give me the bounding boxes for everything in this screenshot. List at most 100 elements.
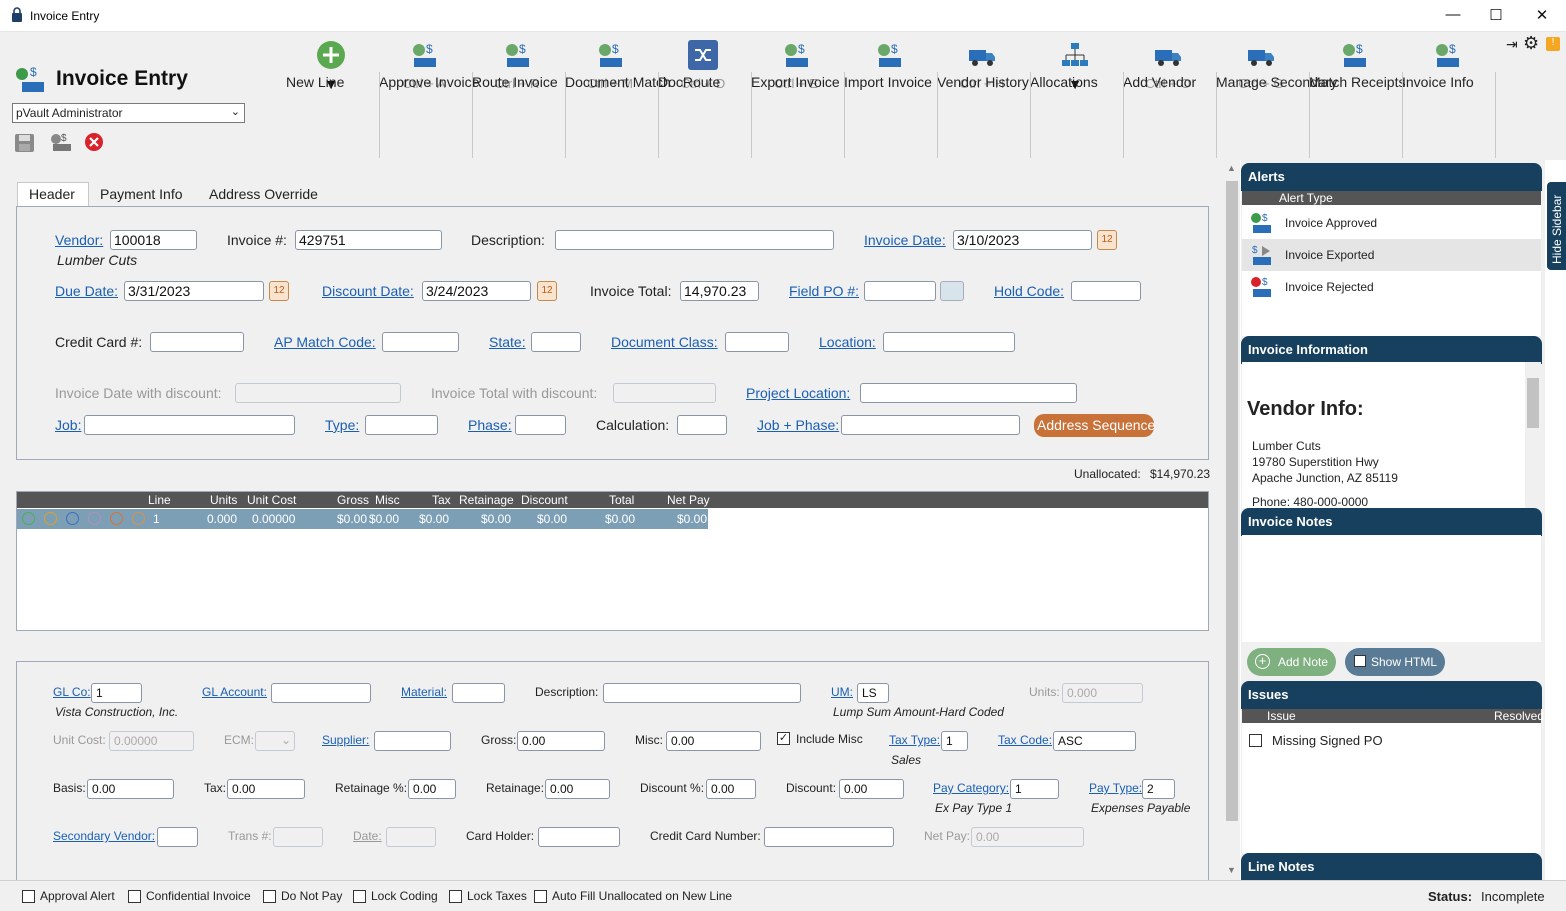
ribbon-invoice-info-button[interactable]: $ Invoice Info [1402,40,1492,89]
scroll-thumb[interactable] [1226,181,1238,821]
ribbon-document-match-button[interactable]: $ Document Match Ctrl + M [565,40,671,91]
document-class-field[interactable] [725,332,789,352]
gl-co-label[interactable]: GL Co: [53,685,91,699]
tax-field[interactable]: 0.00 [227,779,305,799]
job-label[interactable]: Job: [55,417,81,433]
field-po-field[interactable] [864,281,936,301]
misc-field[interactable]: 0.00 [666,731,761,751]
state-label[interactable]: State: [489,334,526,350]
gl-co-field[interactable]: 1 [91,683,142,703]
info-scrollbar[interactable] [1525,362,1541,508]
card-holder-field[interactable] [538,827,620,847]
auto-fill-checkbox[interactable]: Auto Fill Unallocated on New Line [534,889,732,904]
ribbon-export-invoice-button[interactable]: $ Export Invoice Ctrl + E [751,40,841,91]
gl-account-label[interactable]: GL Account: [202,685,267,699]
do-not-pay-checkbox[interactable]: Do Not Pay [263,889,342,904]
ribbon-vendor-history-button[interactable]: Vendor History Ctrl + H [937,40,1029,91]
x-icon[interactable] [110,512,123,525]
gl-account-field[interactable] [271,683,371,703]
user-select[interactable]: pVault Administrator ⌄ [12,103,245,123]
pay-category-field[interactable]: 1 [1010,779,1059,799]
location-label[interactable]: Location: [819,334,876,350]
discount-pct-field[interactable]: 0.00 [706,779,756,799]
due-date-field[interactable]: 3/31/2023 [124,281,264,301]
state-field[interactable] [531,332,581,352]
ribbon-import-invoice-button[interactable]: $ Import Invoice [844,40,934,89]
retainage-field[interactable]: 0.00 [545,779,610,799]
tab-header[interactable]: Header [29,186,75,202]
check-icon[interactable] [22,512,35,525]
invoice-action-icon[interactable]: $ [49,131,73,153]
tax-type-field[interactable]: 1 [941,731,968,751]
job-field[interactable] [84,415,295,435]
description-field[interactable] [555,230,834,250]
pin-icon[interactable]: ⇥ [1506,36,1518,53]
material-field[interactable] [452,683,505,703]
ribbon-allocations-button[interactable]: Allocations ▼ [1030,40,1120,92]
supplier-field[interactable] [374,731,451,751]
hide-sidebar-button[interactable]: Hide Sidebar [1547,182,1566,270]
scroll-up-icon[interactable]: ▲ [1227,163,1236,173]
list-item[interactable]: $ Invoice Approved [1242,207,1541,239]
scroll-thumb[interactable] [1527,378,1539,428]
warning-icon[interactable]: ! [1546,37,1560,51]
ribbon-docroute-button[interactable]: DocRoute Ctrl + D [658,40,748,91]
minimize-button[interactable]: — [1443,6,1463,23]
pay-type-field[interactable]: 2 [1142,779,1175,799]
material-label[interactable]: Material: [401,685,447,699]
tab-payment-info[interactable]: Payment Info [100,186,183,202]
credit-card-field[interactable] [150,332,244,352]
um-label[interactable]: UM: [831,685,853,699]
ribbon-approve-invoice-button[interactable]: $ Approve Invoice Ctrl + A [379,40,479,91]
job-phase-label[interactable]: Job + Phase: [757,417,839,433]
job-phase-field[interactable] [841,415,1020,435]
approval-alert-checkbox[interactable]: Approval Alert [22,889,115,904]
calendar-icon[interactable]: 12 [1097,230,1117,250]
hold-code-label[interactable]: Hold Code: [994,283,1064,299]
ap-match-field[interactable] [382,332,459,352]
lock-coding-checkbox[interactable]: Lock Coding [353,889,438,904]
help-icon[interactable] [132,512,145,525]
invoice-notes-area[interactable] [1242,535,1541,642]
line-description-field[interactable] [603,683,801,703]
discount-date-label[interactable]: Discount Date: [322,283,414,299]
document-class-label[interactable]: Document Class: [611,334,718,350]
basis-field[interactable]: 0.00 [87,779,174,799]
calculation-field[interactable] [677,415,727,435]
project-location-field[interactable] [860,383,1077,403]
invoice-no-field[interactable]: 429751 [295,230,442,250]
ribbon-add-vendor-button[interactable]: Add Vendor Ctrl + O [1123,40,1213,91]
ap-match-label[interactable]: AP Match Code: [274,334,376,350]
add-note-button[interactable]: + Add Note [1247,648,1336,676]
retainage-pct-field[interactable]: 0.00 [408,779,456,799]
issue-checkbox[interactable] [1249,734,1262,747]
ribbon-match-receipts-button[interactable]: $ Match Receipts [1309,40,1405,89]
calendar-icon[interactable]: 12 [537,281,557,301]
hold-code-field[interactable] [1071,281,1141,301]
calendar-icon[interactable]: 12 [269,281,289,301]
save-icon[interactable] [14,133,36,153]
phase-label[interactable]: Phase: [468,417,512,433]
type-label[interactable]: Type: [325,417,359,433]
clock-icon[interactable] [44,512,57,525]
list-item[interactable]: $ Invoice Exported [1242,239,1541,271]
line-discount-field[interactable]: 0.00 [839,779,904,799]
address-sequence-button[interactable]: Address Sequence [1034,414,1154,437]
type-field[interactable] [365,415,438,435]
discount-date-field[interactable]: 3/24/2023 [422,281,531,301]
tax-code-field[interactable]: ASC [1053,731,1136,751]
table-row[interactable]: 1 0.000 0.00000 $0.00 $0.00 $0.00 $0.00 … [17,509,708,529]
gear-icon[interactable]: ⚙ [1523,33,1539,54]
invoice-date-label[interactable]: Invoice Date: [864,232,946,248]
main-scrollbar[interactable]: ▲ ▼ [1224,163,1240,880]
lock-taxes-checkbox[interactable]: Lock Taxes [449,889,527,904]
dollar-icon[interactable] [88,512,101,525]
show-html-toggle[interactable]: Show HTML [1345,648,1445,676]
cancel-icon[interactable] [84,132,104,152]
secondary-vendor-label[interactable]: Secondary Vendor: [53,829,155,843]
lookup-icon[interactable] [940,281,964,301]
close-window-button[interactable]: ✕ [1532,6,1552,24]
include-misc-checkbox[interactable]: ✓ [777,732,790,745]
project-location-label[interactable]: Project Location: [746,385,850,401]
scroll-down-icon[interactable]: ▼ [1227,865,1236,875]
